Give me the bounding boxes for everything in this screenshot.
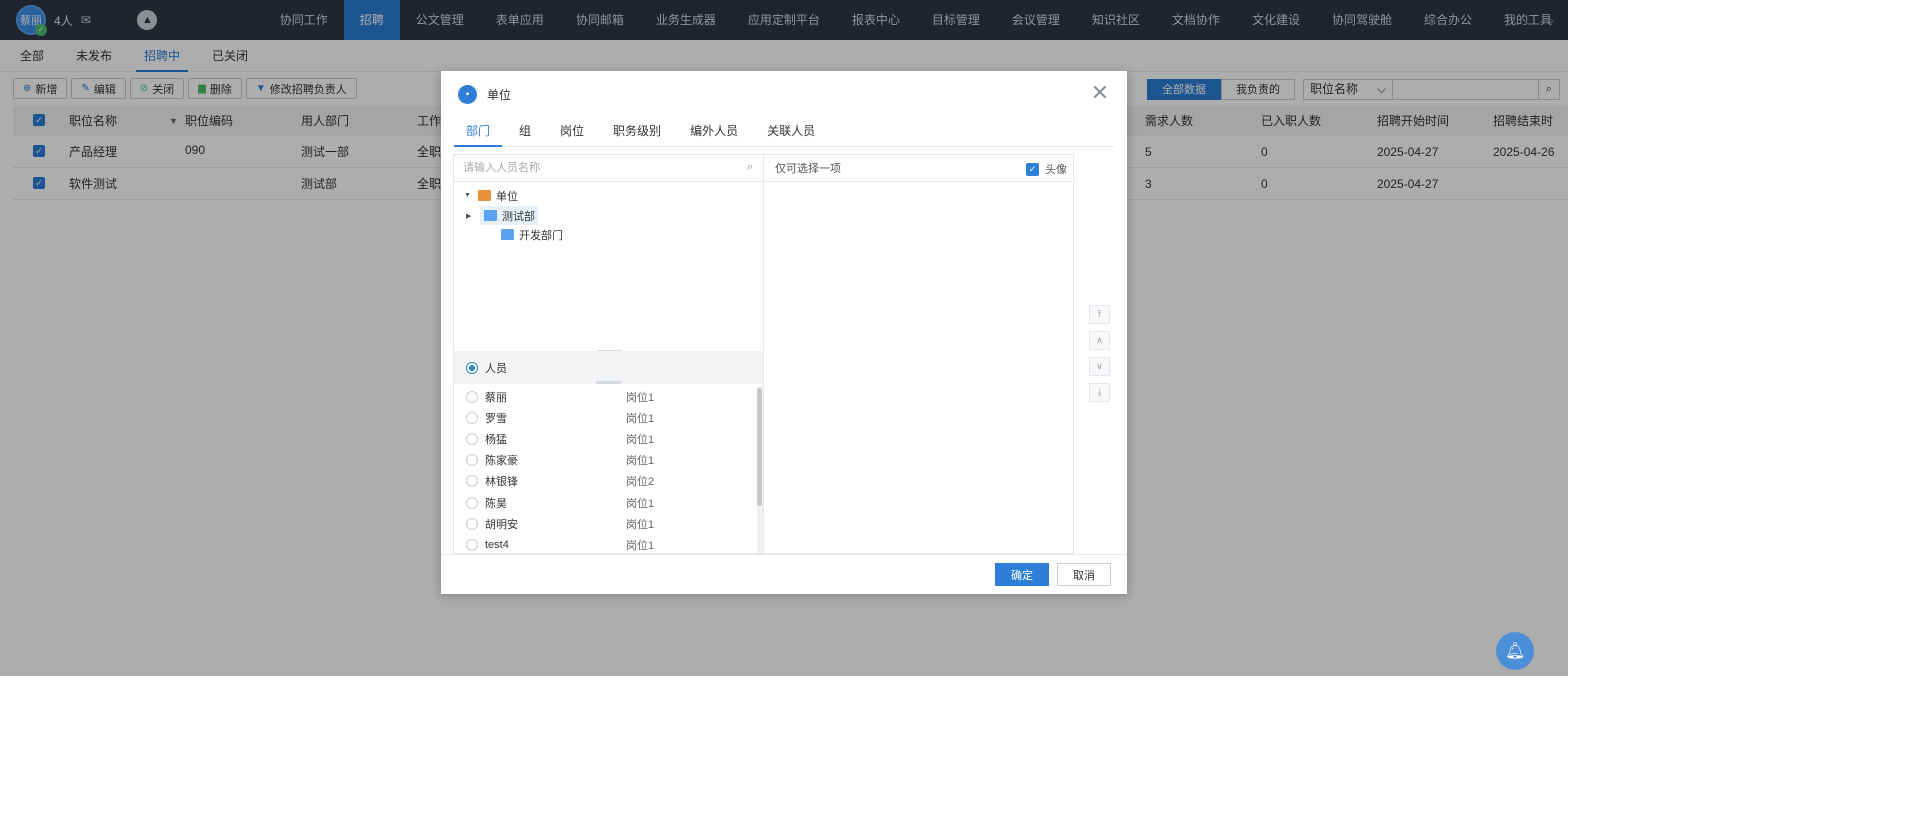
person-name: 陈家豪 bbox=[485, 455, 518, 468]
order-buttons: ⤒ ∧ ∨ ⤓ bbox=[1089, 305, 1110, 409]
people-scrollbar[interactable] bbox=[757, 386, 763, 553]
tree-node-label: 单位 bbox=[496, 190, 518, 203]
picker-tabs: 部门组岗位 职务级别 编外人员 关联人员 bbox=[454, 117, 1114, 147]
person-name: 蔡丽 bbox=[485, 391, 507, 404]
person-select-radio[interactable] bbox=[466, 454, 478, 467]
person-select-radio[interactable] bbox=[466, 538, 478, 551]
selected-pane-header: 仅可选择一项 ✓ 头像 bbox=[764, 155, 1073, 182]
caret-right-icon[interactable]: ▶ bbox=[466, 212, 480, 220]
person-name: 陈昊 bbox=[485, 497, 507, 510]
folder-icon bbox=[484, 210, 497, 221]
picker-tab[interactable]: 职务级别 bbox=[601, 117, 673, 146]
tree-node-root[interactable]: ▼ 单位 bbox=[464, 186, 518, 205]
dialog-title: 单位 bbox=[487, 87, 512, 102]
people-list: 蔡丽 岗位1 罗雪 岗位1 杨猛 岗位1 陈家豪 岗位1 林银锋 岗位2 陈昊 岗位1 胡明安 岗位1 te… bbox=[454, 386, 763, 553]
person-name: test4 bbox=[485, 538, 509, 551]
person-select-radio[interactable] bbox=[466, 411, 478, 424]
tree-node-dept[interactable]: 开发部门 bbox=[501, 225, 563, 244]
move-top-icon[interactable]: ⤒ bbox=[1089, 305, 1110, 324]
person-name: 罗雪 bbox=[485, 412, 507, 425]
checkbox-checked-icon[interactable]: ✓ bbox=[1026, 162, 1039, 176]
folder-icon bbox=[501, 229, 514, 240]
person-select-radio[interactable] bbox=[466, 432, 478, 445]
person-position: 岗位1 bbox=[626, 433, 655, 446]
person-option-label: 人员 bbox=[485, 362, 507, 375]
left-pane: ⌕ ▼ 单位 ▶ 测试部 开发部门 人员 蔡丽岗位1罗雪岗位1杨猛岗位1陈家豪 bbox=[453, 154, 764, 554]
bell-icon[interactable]: 🔔︎ bbox=[1496, 632, 1534, 670]
member-search-input[interactable] bbox=[454, 155, 724, 180]
move-up-icon[interactable]: ∧ bbox=[1089, 331, 1110, 350]
caret-down-icon[interactable]: ▼ bbox=[464, 192, 478, 199]
person-select-radio[interactable] bbox=[466, 475, 478, 488]
search-icon[interactable]: ⌕ bbox=[747, 161, 753, 174]
person-position: 岗位1 bbox=[626, 497, 655, 510]
unit-icon: ▪ bbox=[458, 84, 477, 104]
resize-handle[interactable] bbox=[596, 381, 622, 384]
move-down-icon[interactable]: ∨ bbox=[1089, 357, 1110, 376]
person-name: 杨猛 bbox=[485, 433, 507, 446]
org-tree: ▼ 单位 ▶ 测试部 开发部门 bbox=[454, 182, 763, 350]
person-position: 岗位1 bbox=[626, 412, 655, 425]
show-avatar-toggle[interactable]: ✓ 头像 bbox=[1026, 161, 1067, 177]
person-row[interactable]: 杨猛 岗位1 bbox=[454, 428, 763, 449]
confirm-button[interactable]: 确定 bbox=[995, 563, 1049, 586]
person-row[interactable]: 罗雪 岗位1 bbox=[454, 407, 763, 428]
person-position: 岗位1 bbox=[626, 455, 655, 468]
person-radio[interactable] bbox=[466, 361, 478, 374]
person-select-radio[interactable] bbox=[466, 517, 478, 530]
tree-node-dept[interactable]: ▶ 测试部 bbox=[466, 206, 538, 225]
picker-tab[interactable]: 编外人员 bbox=[678, 117, 750, 146]
person-name: 胡明安 bbox=[485, 518, 518, 531]
cancel-button[interactable]: 取消 bbox=[1057, 563, 1111, 586]
person-select-radio[interactable] bbox=[466, 496, 478, 509]
close-icon[interactable]: ✕ bbox=[1091, 82, 1109, 104]
org-picker-dialog: ▪ 单位 ✕ 部门组岗位职务级别编外人员关联人员 ⌕ ▼ 单位 ▶ 测试部 开发… bbox=[441, 71, 1127, 594]
person-row[interactable]: 陈家豪 岗位1 bbox=[454, 450, 763, 471]
person-row[interactable]: 陈昊 岗位1 bbox=[454, 492, 763, 513]
tree-node-label: 测试部 bbox=[502, 210, 535, 223]
person-name: 林银锋 bbox=[485, 476, 518, 489]
tree-node-label: 开发部门 bbox=[519, 229, 563, 242]
select-one-hint: 仅可选择一项 bbox=[775, 163, 841, 175]
show-avatar-label: 头像 bbox=[1045, 164, 1067, 176]
scrollbar-thumb[interactable] bbox=[757, 388, 762, 506]
person-position: 岗位1 bbox=[626, 539, 655, 552]
folder-icon bbox=[478, 190, 491, 201]
dialog-footer: 确定 取消 bbox=[441, 554, 1127, 594]
dialog-header: ▪ 单位 ✕ bbox=[441, 71, 1127, 117]
person-select-radio[interactable] bbox=[466, 390, 478, 403]
person-position: 岗位1 bbox=[626, 518, 655, 531]
member-search: ⌕ bbox=[454, 155, 763, 182]
picker-tab[interactable]: 关联人员 bbox=[755, 117, 827, 146]
picker-tab[interactable]: 部门 bbox=[454, 117, 503, 147]
person-row[interactable]: 胡明安 岗位1 bbox=[454, 513, 763, 534]
person-row[interactable]: test4 岗位1 bbox=[454, 534, 763, 553]
person-row[interactable]: 林银锋 岗位2 bbox=[454, 471, 763, 492]
person-position: 岗位1 bbox=[626, 391, 655, 404]
picker-tab[interactable]: 岗位 bbox=[548, 117, 596, 146]
person-position: 岗位2 bbox=[626, 476, 655, 489]
person-row[interactable]: 蔡丽 岗位1 bbox=[454, 386, 763, 407]
move-bottom-icon[interactable]: ⤓ bbox=[1089, 383, 1110, 402]
person-type-option[interactable]: 人员 bbox=[454, 351, 763, 384]
selected-pane: 仅可选择一项 ✓ 头像 bbox=[764, 154, 1074, 554]
picker-tab[interactable]: 组 bbox=[507, 117, 543, 146]
